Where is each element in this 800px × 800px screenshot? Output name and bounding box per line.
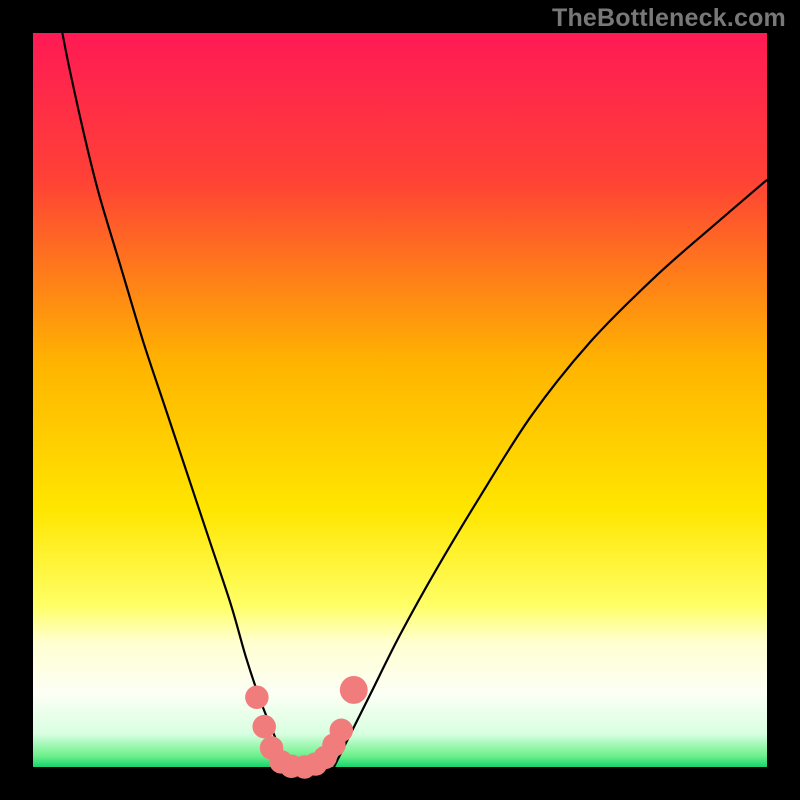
chart-frame: TheBottleneck.com (0, 0, 800, 800)
marker-dot (330, 719, 353, 742)
marker-dot (245, 686, 268, 709)
watermark-text: TheBottleneck.com (552, 4, 786, 33)
plot-background (33, 33, 767, 767)
marker-dot (340, 676, 368, 704)
marker-dot (252, 715, 275, 738)
bottleneck-chart (0, 0, 800, 800)
